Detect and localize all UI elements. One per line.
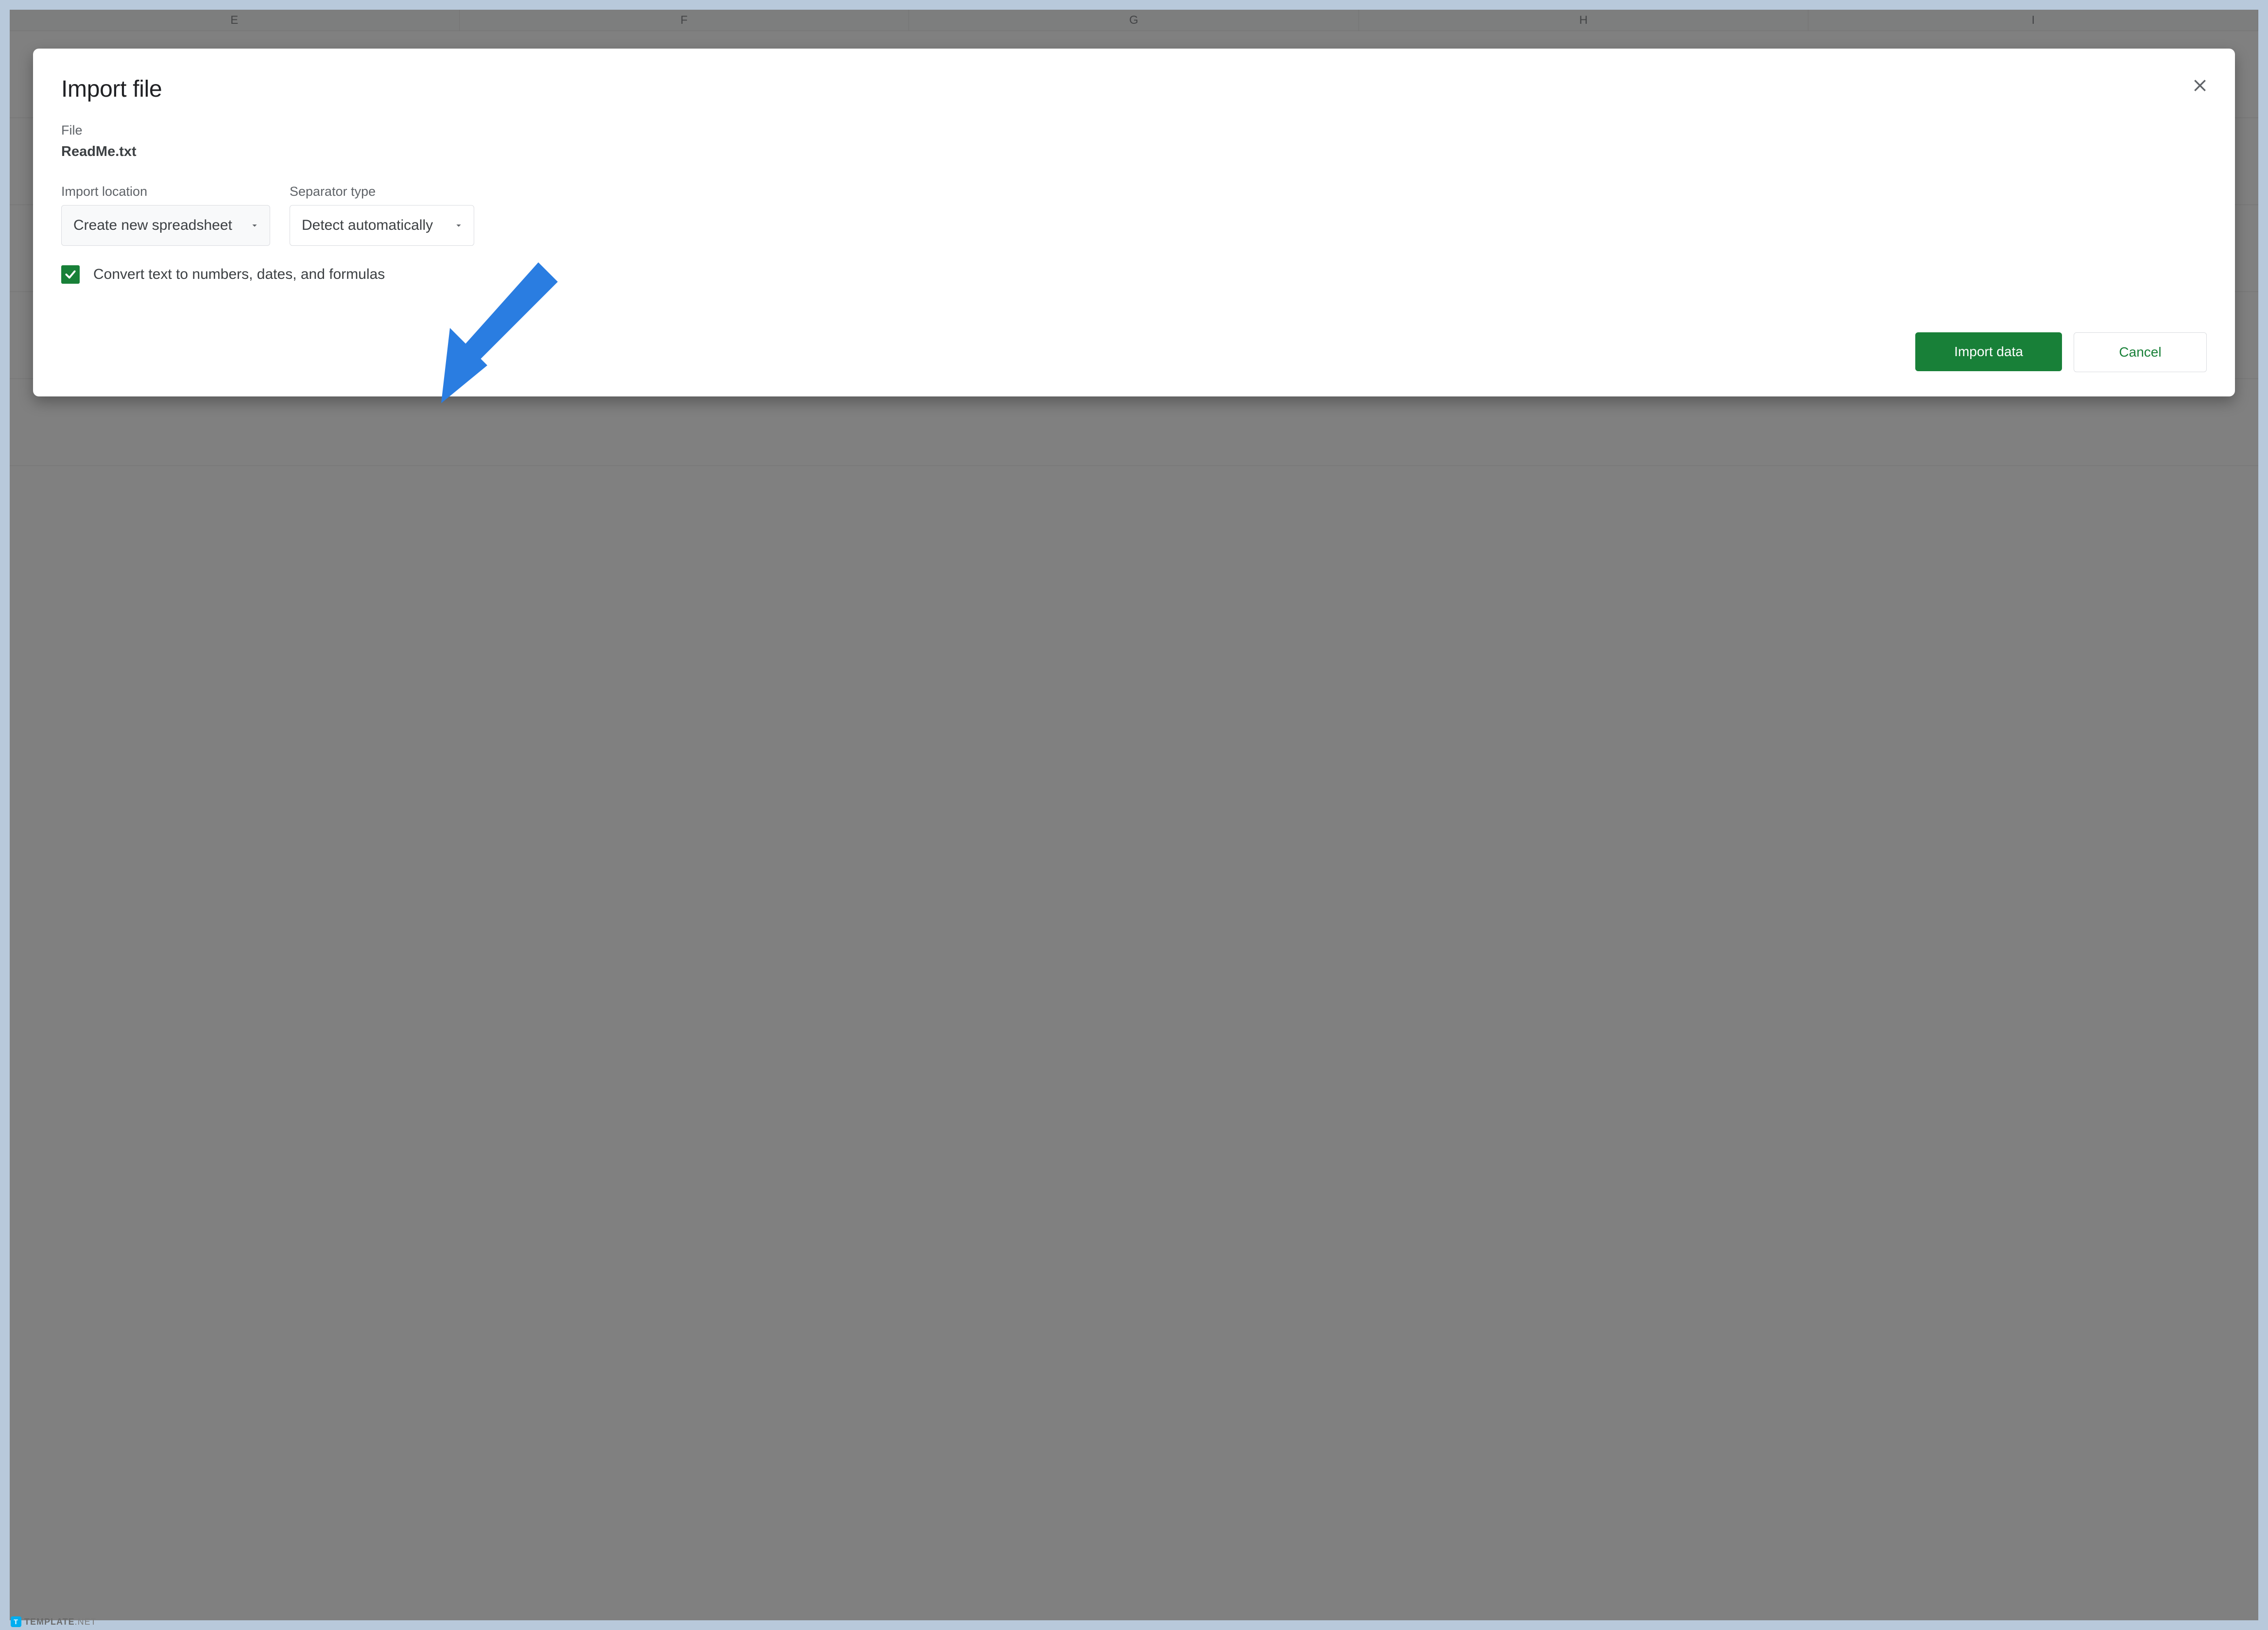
file-name: ReadMe.txt [61, 144, 2207, 160]
spreadsheet-background: E F G H I Import file File ReadMe.txt Im… [10, 10, 2258, 1620]
close-button[interactable] [2189, 75, 2211, 96]
close-icon [2192, 78, 2208, 93]
checkmark-icon [64, 268, 77, 281]
cancel-button[interactable]: Cancel [2074, 332, 2207, 372]
chevron-down-icon [453, 220, 464, 231]
watermark: T TEMPLATE.NET [11, 1616, 97, 1627]
watermark-badge-icon: T [11, 1616, 21, 1627]
import-file-dialog: Import file File ReadMe.txt Import locat… [33, 49, 2235, 396]
import-location-label: Import location [61, 184, 270, 199]
convert-checkbox[interactable] [61, 265, 80, 284]
cancel-button-label: Cancel [2119, 344, 2161, 360]
separator-type-dropdown[interactable]: Detect automatically [290, 205, 474, 246]
import-location-dropdown[interactable]: Create new spreadsheet [61, 205, 270, 246]
import-location-value: Create new spreadsheet [73, 217, 232, 234]
convert-checkbox-label: Convert text to numbers, dates, and form… [93, 266, 385, 283]
dialog-title: Import file [61, 76, 2207, 103]
file-label: File [61, 123, 2207, 138]
separator-type-label: Separator type [290, 184, 474, 199]
separator-type-value: Detect automatically [302, 217, 433, 234]
chevron-down-icon [249, 220, 260, 231]
import-data-button-label: Import data [1954, 344, 2023, 360]
import-data-button[interactable]: Import data [1915, 332, 2062, 371]
